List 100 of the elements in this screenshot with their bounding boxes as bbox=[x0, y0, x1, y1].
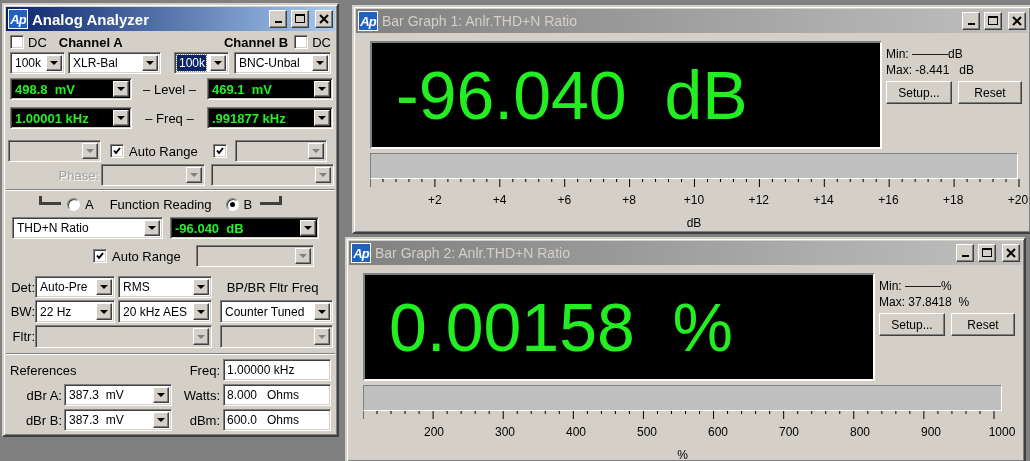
caret-icon bbox=[117, 87, 125, 91]
filter-dropdown[interactable] bbox=[35, 325, 212, 348]
input-dropdown[interactable]: XLR-Bal bbox=[68, 52, 161, 74]
caret-icon bbox=[148, 226, 156, 230]
dropdown[interactable] bbox=[195, 245, 314, 267]
caret-icon bbox=[197, 285, 205, 289]
range-dropdown[interactable]: 100k bbox=[174, 52, 229, 74]
dropdown[interactable] bbox=[234, 140, 327, 162]
close-button[interactable] bbox=[1002, 244, 1020, 262]
minimize-icon bbox=[274, 21, 282, 23]
channel-label: Channel A bbox=[58, 34, 123, 50]
dropdown[interactable] bbox=[8, 140, 101, 162]
unit-label: % bbox=[677, 448, 688, 461]
close-icon bbox=[1006, 248, 1016, 258]
field-label: dBr A: bbox=[25, 387, 62, 403]
checkbox[interactable] bbox=[110, 144, 124, 158]
caret-icon bbox=[190, 173, 198, 177]
level-reading[interactable]: 469.1 mV bbox=[207, 78, 333, 100]
scale-label: +10 bbox=[683, 193, 705, 207]
checkbox[interactable] bbox=[10, 35, 24, 49]
setup-button[interactable]: Setup... bbox=[879, 313, 945, 336]
section-label: References bbox=[10, 362, 77, 378]
caret-icon bbox=[197, 334, 205, 339]
app-logo: Ap bbox=[8, 9, 28, 29]
field-label: dBm: bbox=[189, 412, 220, 428]
bracket-line bbox=[39, 196, 61, 205]
maximize-icon bbox=[982, 248, 992, 258]
minimize-button[interactable] bbox=[962, 12, 980, 30]
scale-label: +18 bbox=[943, 193, 964, 207]
unit-label: dB bbox=[686, 216, 702, 230]
minimize-button[interactable] bbox=[269, 10, 287, 28]
reference-dropdown[interactable]: 387.3 mV bbox=[64, 384, 172, 406]
minimize-button[interactable] bbox=[956, 244, 974, 262]
input-dropdown[interactable]: BNC-Unbal bbox=[234, 52, 331, 74]
detector-dropdown[interactable]: Auto-Pre bbox=[35, 276, 115, 298]
channel-label: Channel B bbox=[223, 34, 289, 50]
filter-frequency-dropdown[interactable]: Counter Tuned bbox=[220, 300, 333, 323]
caret-icon bbox=[146, 61, 154, 65]
radio-button[interactable] bbox=[225, 197, 239, 211]
input-field[interactable]: 600.0 Ohms bbox=[223, 409, 331, 431]
scale-label: +20 bbox=[1007, 193, 1029, 207]
scale-label: 500 bbox=[636, 425, 657, 439]
caret-icon bbox=[318, 116, 326, 120]
frequency-reading[interactable]: 1.00001 kHz bbox=[10, 107, 132, 129]
level-reading[interactable]: 498.8 mV bbox=[10, 78, 132, 100]
checkbox[interactable] bbox=[212, 144, 227, 158]
bandwidth-dropdown[interactable]: 22 Hz bbox=[35, 300, 115, 323]
filter-frequency-label: BP/BR Fltr Freq bbox=[225, 279, 320, 295]
scale-label: 900 bbox=[920, 425, 941, 439]
field-label: Freq: bbox=[189, 362, 220, 378]
caret-icon bbox=[319, 173, 327, 177]
reset-button[interactable]: Reset bbox=[951, 313, 1015, 336]
frequency-label: – Freq – bbox=[144, 110, 195, 126]
detector-dropdown[interactable]: RMS bbox=[118, 276, 212, 298]
field-label: Watts: bbox=[183, 387, 220, 403]
radio-label: B bbox=[243, 196, 253, 212]
maximize-button[interactable] bbox=[291, 10, 309, 28]
detector-label: Det: bbox=[10, 279, 35, 295]
phase-dropdown[interactable] bbox=[101, 164, 205, 186]
window-title: Bar Graph 2: Anlr.THD+N Ratio bbox=[375, 245, 571, 261]
scale-label: +16 bbox=[878, 193, 899, 207]
caret-icon bbox=[311, 149, 320, 153]
maximize-button[interactable] bbox=[978, 244, 996, 262]
field-label: dBr B: bbox=[24, 412, 62, 428]
window-title: Bar Graph 1: Anlr.THD+N Ratio bbox=[382, 13, 578, 29]
caret-icon bbox=[86, 149, 94, 153]
range-dropdown[interactable]: 100k bbox=[10, 52, 65, 74]
maximize-button[interactable] bbox=[984, 12, 1002, 30]
input-field[interactable]: 8.000 Ohms bbox=[223, 384, 331, 406]
checkbox-label: Auto Range bbox=[129, 143, 198, 159]
reset-button[interactable]: Reset bbox=[958, 81, 1022, 104]
input-field[interactable]: 1.00000 kHz bbox=[223, 359, 331, 381]
dropdown[interactable] bbox=[220, 325, 333, 348]
scale-label: +2 bbox=[427, 193, 442, 207]
scale-label: +6 bbox=[557, 193, 572, 207]
window-title: Analog Analyzer bbox=[32, 10, 150, 28]
scale-label: 800 bbox=[850, 425, 870, 439]
frequency-reading[interactable]: .991877 kHz bbox=[207, 107, 333, 129]
minimize-icon bbox=[967, 23, 975, 25]
scale-label: +12 bbox=[748, 193, 769, 207]
setup-button[interactable]: Setup... bbox=[886, 81, 952, 104]
close-button[interactable] bbox=[315, 10, 333, 28]
scale-label: 300 bbox=[494, 425, 515, 439]
checkbox[interactable] bbox=[93, 249, 107, 263]
reference-dropdown[interactable]: 387.3 mV bbox=[64, 409, 172, 431]
scale-label: +4 bbox=[492, 193, 507, 207]
app-logo: Ap bbox=[351, 243, 371, 263]
radio-label: A bbox=[85, 196, 94, 212]
checkbox[interactable] bbox=[294, 35, 309, 49]
caret-icon bbox=[50, 61, 58, 65]
dc-label: DC bbox=[312, 34, 331, 50]
bandwidth-dropdown[interactable]: 20 kHz AES bbox=[118, 300, 212, 323]
function-reading[interactable]: -96.040 dB bbox=[170, 217, 319, 239]
close-button[interactable] bbox=[1008, 12, 1026, 30]
phase-dropdown[interactable] bbox=[211, 164, 334, 186]
level-label: – Level – bbox=[142, 81, 197, 97]
minimize-icon bbox=[961, 255, 969, 257]
min-value: Min: ———% bbox=[879, 278, 953, 294]
function-dropdown[interactable]: THD+N Ratio bbox=[12, 217, 163, 239]
reading-value: 0.00158 % bbox=[389, 293, 734, 361]
